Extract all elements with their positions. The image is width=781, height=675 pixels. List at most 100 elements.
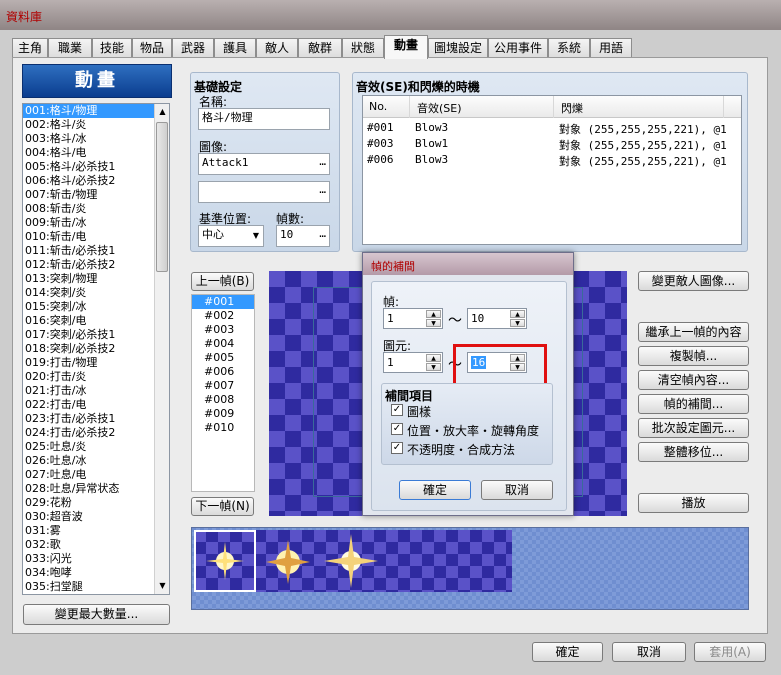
list-item[interactable]: 030:超音波 <box>23 510 169 524</box>
explosion-icon[interactable] <box>320 530 382 592</box>
frame-list[interactable]: #001 #002 #003 #004 #005 #006 #007 #008 #009 #010 <box>191 294 255 492</box>
list-item[interactable]: 021:打击/冰 <box>23 384 169 398</box>
burst-icon[interactable] <box>258 532 320 590</box>
tab-terms[interactable]: 用語 <box>590 38 632 58</box>
browse-icon[interactable]: … <box>319 183 326 197</box>
change-enemy-image-button[interactable]: 變更敵人圖像... <box>638 271 749 291</box>
tab-state[interactable]: 狀態 <box>342 38 384 58</box>
position-select[interactable]: 中心 ▼ <box>198 225 264 247</box>
frame-item[interactable]: #009 <box>192 407 254 421</box>
frame-item[interactable]: #005 <box>192 351 254 365</box>
browse-icon[interactable]: … <box>319 227 326 241</box>
batch-cell-button[interactable]: 批次設定圖元... <box>638 418 749 438</box>
list-item[interactable]: 010:斩击/电 <box>23 230 169 244</box>
frame-item[interactable]: #008 <box>192 393 254 407</box>
list-item[interactable]: 022:打击/电 <box>23 398 169 412</box>
animation-list-scrollbar[interactable]: ▲ ▼ <box>154 104 169 594</box>
table-row[interactable]: #006 Blow3 對象 (255,255,255,221), @1 <box>363 152 741 168</box>
tab-system[interactable]: 系統 <box>548 38 590 58</box>
tab-enemy[interactable]: 敵人 <box>256 38 298 58</box>
list-item[interactable]: 025:吐息/炎 <box>23 440 169 454</box>
se-table[interactable]: No. 音效(SE) 閃爍 #001 Blow3 對象 (255,255,255,2… <box>362 95 742 245</box>
list-item[interactable]: 018:突刺/必杀技2 <box>23 342 169 356</box>
apply-button[interactable]: 套用(A) <box>694 642 766 662</box>
change-max-button[interactable]: 變更最大數量... <box>23 604 170 625</box>
list-item[interactable]: 020:打击/炎 <box>23 370 169 384</box>
spin-up-icon[interactable]: ▲ <box>426 310 441 318</box>
table-row[interactable]: #003 Blow1 對象 (255,255,255,221), @1 <box>363 136 741 152</box>
tab-armor[interactable]: 護具 <box>214 38 256 58</box>
tab-item[interactable]: 物品 <box>132 38 172 58</box>
table-row[interactable]: #001 Blow3 對象 (255,255,255,221), @1 <box>363 120 741 136</box>
dialog-ok-button[interactable]: 確定 <box>399 480 471 500</box>
list-item[interactable]: 026:吐息/冰 <box>23 454 169 468</box>
list-item[interactable]: 008:斩击/炎 <box>23 202 169 216</box>
tab-troop[interactable]: 敵群 <box>298 38 342 58</box>
spin-down-icon[interactable]: ▼ <box>426 363 441 371</box>
cell-palette[interactable] <box>191 527 749 610</box>
list-item[interactable]: 014:突刺/炎 <box>23 286 169 300</box>
list-item[interactable]: 012:斩击/必杀技2 <box>23 258 169 272</box>
spin-up-icon[interactable]: ▲ <box>510 310 525 318</box>
list-item[interactable]: 033:闪光 <box>23 552 169 566</box>
tween-button[interactable]: 幀的補間... <box>638 394 749 414</box>
tab-class[interactable]: 職業 <box>48 38 92 58</box>
tab-skill[interactable]: 技能 <box>92 38 132 58</box>
frame-item[interactable]: #001 <box>192 295 254 309</box>
checkbox-position[interactable]: ✓ <box>391 423 403 435</box>
list-item[interactable]: 006:格斗/必杀技2 <box>23 174 169 188</box>
browse-icon[interactable]: … <box>319 155 326 169</box>
spin-up-icon[interactable]: ▲ <box>426 354 441 362</box>
tab-common-event[interactable]: 公用事件 <box>488 38 548 58</box>
list-item[interactable]: 015:突刺/冰 <box>23 300 169 314</box>
list-item[interactable]: 019:打击/物理 <box>23 356 169 370</box>
list-item[interactable]: 013:突刺/物理 <box>23 272 169 286</box>
list-item[interactable]: 004:格斗/电 <box>23 146 169 160</box>
cell-from-spinner[interactable]: 1 ▲ ▼ <box>383 352 443 373</box>
image-field-1[interactable]: Attack1… <box>198 153 330 175</box>
scroll-down-icon[interactable]: ▼ <box>156 579 169 593</box>
frame-item[interactable]: #003 <box>192 323 254 337</box>
frame-item[interactable]: #004 <box>192 337 254 351</box>
frame-to-spinner[interactable]: 10 ▲ ▼ <box>467 308 527 329</box>
image-field-2[interactable]: … <box>198 181 330 203</box>
list-item[interactable]: 011:斩击/必杀技1 <box>23 244 169 258</box>
list-item[interactable]: 007:斩击/物理 <box>23 188 169 202</box>
list-item[interactable]: 017:突刺/必杀技1 <box>23 328 169 342</box>
scroll-up-icon[interactable]: ▲ <box>156 105 169 119</box>
list-item[interactable]: 027:吐息/电 <box>23 468 169 482</box>
list-item[interactable]: 016:突刺/电 <box>23 314 169 328</box>
copy-frame-button[interactable]: 複製幀... <box>638 346 749 366</box>
list-item[interactable]: 023:打击/必杀技1 <box>23 412 169 426</box>
chevron-down-icon[interactable]: ▼ <box>253 229 259 243</box>
clear-frame-button[interactable]: 清空幀內容... <box>638 370 749 390</box>
list-item[interactable]: 009:斩击/冰 <box>23 216 169 230</box>
animation-list[interactable]: 001:格斗/物理 002:格斗/炎 003:格斗/冰 004:格斗/电 005:格斗/… <box>22 103 170 595</box>
list-item[interactable]: 003:格斗/冰 <box>23 132 169 146</box>
dialog-cancel-button[interactable]: 取消 <box>481 480 553 500</box>
name-field[interactable]: 格斗/物理 <box>198 108 330 130</box>
list-item[interactable]: 032:歌 <box>23 538 169 552</box>
frames-field[interactable]: 10… <box>276 225 330 247</box>
list-item[interactable]: 031:雾 <box>23 524 169 538</box>
play-button[interactable]: 播放 <box>638 493 749 513</box>
frame-item[interactable]: #010 <box>192 421 254 435</box>
prev-frame-button[interactable]: 上一幀(B) <box>191 272 254 291</box>
inherit-prev-frame-button[interactable]: 繼承上一幀的內容 <box>638 322 749 342</box>
list-item[interactable]: 028:吐息/异常状态 <box>23 482 169 496</box>
tab-actor[interactable]: 主角 <box>12 38 48 58</box>
list-item[interactable]: 024:打击/必杀技2 <box>23 426 169 440</box>
spin-down-icon[interactable]: ▼ <box>426 319 441 327</box>
list-item[interactable]: 035:扫堂腿 <box>23 580 169 594</box>
list-item[interactable]: 005:格斗/必杀技1 <box>23 160 169 174</box>
tab-animation[interactable]: 動畫 <box>384 35 428 59</box>
tab-tileset[interactable]: 圖塊設定 <box>428 38 488 58</box>
frame-item[interactable]: #007 <box>192 379 254 393</box>
tab-weapon[interactable]: 武器 <box>172 38 214 58</box>
checkbox-pattern[interactable]: ✓ <box>391 404 403 416</box>
frame-item[interactable]: #002 <box>192 309 254 323</box>
frame-item[interactable]: #006 <box>192 365 254 379</box>
cancel-button[interactable]: 取消 <box>612 642 686 662</box>
list-item[interactable]: 002:格斗/炎 <box>23 118 169 132</box>
list-item[interactable]: 034:咆哮 <box>23 566 169 580</box>
